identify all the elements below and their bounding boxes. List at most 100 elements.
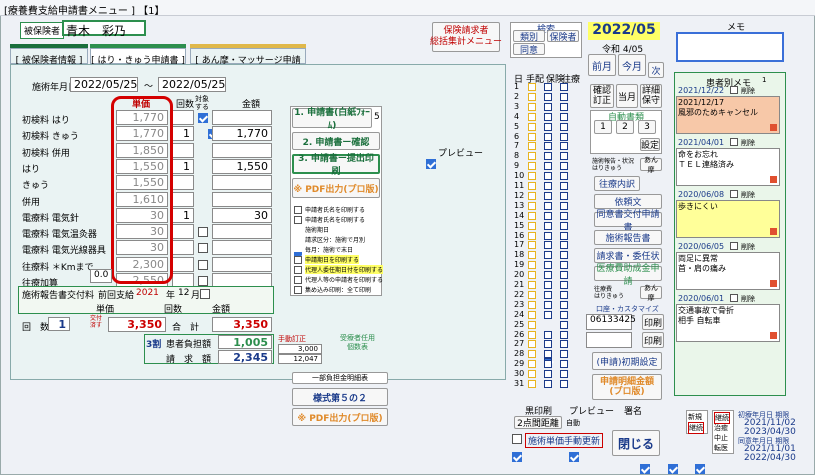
day-checkbox[interactable]	[560, 251, 568, 260]
day-checkbox[interactable]	[560, 172, 568, 181]
print-form-button[interactable]: 1. 申請書(白紙ﾌｫｰﾑ)	[292, 108, 372, 131]
calc-checkbox[interactable]	[198, 113, 208, 123]
count-input[interactable]: 1	[172, 126, 194, 142]
option-checkbox[interactable]	[294, 276, 302, 284]
report-checkbox[interactable]	[200, 289, 210, 299]
black-print-checkbox[interactable]	[512, 452, 522, 462]
day-checkbox[interactable]	[544, 281, 552, 289]
day-checkbox[interactable]	[560, 340, 568, 349]
day-checkbox[interactable]	[544, 172, 552, 181]
day-checkbox[interactable]	[544, 300, 552, 309]
day-checkbox[interactable]	[528, 281, 536, 289]
day-checkbox[interactable]	[544, 142, 552, 151]
count-input[interactable]	[172, 240, 194, 256]
day-checkbox[interactable]	[560, 132, 568, 141]
option-checkbox[interactable]	[294, 266, 302, 274]
memo-input[interactable]	[676, 32, 784, 62]
account-select[interactable]: 06133425	[586, 314, 636, 330]
day-checkbox[interactable]	[560, 320, 568, 329]
day-checkbox[interactable]	[560, 191, 568, 200]
day-checkbox[interactable]	[528, 231, 536, 240]
tab-hari-kyu[interactable]: [ はり・きゅう申請書 ]	[90, 48, 186, 66]
day-checkbox[interactable]	[528, 182, 536, 190]
day-checkbox[interactable]	[544, 380, 552, 388]
day-checkbox[interactable]	[528, 102, 536, 111]
exec-date-to[interactable]: 2022/05/25	[158, 77, 226, 92]
count-input[interactable]	[172, 256, 194, 272]
day-checkbox[interactable]	[528, 290, 536, 299]
day-checkbox[interactable]	[528, 83, 536, 91]
print-button2[interactable]: 印刷	[642, 332, 664, 348]
count-input[interactable]	[172, 110, 194, 125]
initial-settings-button[interactable]: (申請)初期設定	[592, 352, 662, 370]
day-checkbox[interactable]	[560, 162, 568, 171]
day-checkbox[interactable]	[544, 211, 552, 220]
count-input[interactable]	[172, 175, 194, 191]
day-checkbox[interactable]	[544, 251, 552, 260]
count-input[interactable]: 1	[172, 158, 194, 174]
memo-card[interactable]: 命をお忘れ ＴＥＬ連絡済み	[676, 148, 780, 186]
kaisu-value[interactable]: 1	[48, 317, 70, 331]
day-checkbox[interactable]	[560, 370, 568, 379]
consent-button[interactable]: 同意書交付申請書	[594, 210, 662, 233]
count-input[interactable]	[172, 142, 194, 158]
prev-month-button[interactable]: 前月	[588, 54, 616, 76]
sign-checkbox-1[interactable]	[640, 464, 651, 474]
memo-delete-checkbox[interactable]	[730, 86, 738, 94]
day-checkbox[interactable]	[544, 132, 552, 141]
option-checkbox[interactable]	[294, 256, 302, 264]
day-checkbox[interactable]	[560, 241, 568, 250]
exec-date-from[interactable]: 2022/05/25	[70, 77, 138, 92]
day-checkbox[interactable]	[560, 271, 568, 280]
oryo-km[interactable]: 0.0	[90, 269, 112, 283]
search-consent-button[interactable]: 同意	[513, 43, 545, 56]
memo-edit-icon[interactable]	[770, 124, 777, 131]
day-checkbox[interactable]	[528, 310, 536, 319]
memo-card[interactable]: 2021/12/17 風邪のためキャンセル	[676, 96, 780, 134]
day-checkbox[interactable]	[528, 152, 536, 161]
adjust-value2[interactable]: 12,047	[278, 354, 322, 364]
calc-checkbox[interactable]	[198, 259, 208, 270]
day-checkbox[interactable]	[528, 142, 536, 151]
day-checkbox[interactable]	[528, 261, 536, 270]
memo-card[interactable]: 両足に異常 首・肩の痛み	[676, 252, 780, 290]
day-checkbox[interactable]	[560, 290, 568, 299]
day-checkbox[interactable]	[528, 350, 536, 359]
day-checkbox[interactable]	[560, 182, 568, 190]
auto-doc-2[interactable]: 2	[616, 120, 634, 134]
day-checkbox[interactable]	[544, 231, 552, 240]
month-button[interactable]: 当月	[616, 84, 638, 108]
memo-delete-checkbox[interactable]	[730, 190, 738, 198]
count-input[interactable]	[172, 224, 194, 240]
day-checkbox[interactable]	[528, 132, 536, 141]
auto-doc-1[interactable]: 1	[594, 120, 612, 134]
day-checkbox[interactable]	[528, 340, 536, 349]
day-checkbox[interactable]	[560, 221, 568, 230]
confirm-fix-button[interactable]: 確認 訂正	[590, 84, 614, 108]
print-button[interactable]: 印刷	[642, 314, 664, 330]
breakdown-select[interactable]: 一部負担金明細表	[292, 372, 388, 384]
day-checkbox[interactable]	[560, 83, 568, 91]
search-insurer-button[interactable]: 保険者	[547, 30, 579, 43]
this-month-button[interactable]: 今月	[618, 54, 646, 76]
pdf-button2[interactable]: ※ PDF出力(プロ版)	[292, 408, 388, 426]
day-checkbox[interactable]	[528, 330, 536, 339]
day-checkbox[interactable]	[544, 340, 552, 349]
anma-button2[interactable]: あん摩	[640, 284, 662, 302]
day-checkbox[interactable]	[528, 201, 536, 210]
confirm-button[interactable]: 2. 申請書ー確認	[292, 132, 380, 150]
day-checkbox[interactable]	[528, 191, 536, 200]
memo-edit-icon[interactable]	[770, 176, 777, 183]
preview-checkbox[interactable]	[426, 159, 436, 169]
memo-delete-checkbox[interactable]	[730, 294, 738, 302]
search-class-button[interactable]: 類別	[513, 30, 545, 43]
day-checkbox[interactable]	[544, 102, 552, 111]
day-checkbox[interactable]	[560, 152, 568, 161]
day-checkbox[interactable]	[528, 162, 536, 171]
day-checkbox[interactable]	[544, 112, 552, 121]
day-checkbox[interactable]	[560, 201, 568, 210]
day-checkbox[interactable]	[560, 112, 568, 121]
day-checkbox[interactable]	[528, 300, 536, 309]
memo-card[interactable]: 歩きにくい	[676, 200, 780, 238]
day-checkbox[interactable]	[528, 380, 536, 388]
